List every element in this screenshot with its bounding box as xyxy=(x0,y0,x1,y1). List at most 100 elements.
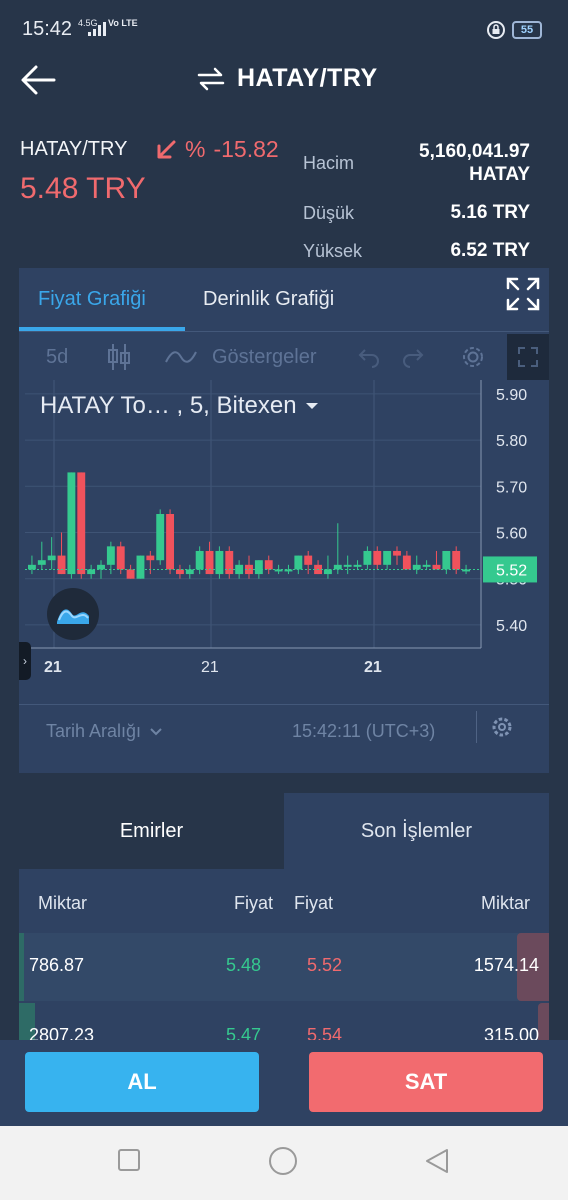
battery-indicator: 55 xyxy=(512,21,542,39)
candle-body xyxy=(373,550,382,565)
back-nav-icon[interactable] xyxy=(424,1147,450,1175)
volume-value: 5,160,041.97 xyxy=(419,141,530,162)
candle-body xyxy=(442,550,451,570)
candle-body xyxy=(195,550,204,570)
tab-recent-trades[interactable]: Son İşlemler xyxy=(284,793,549,869)
chart-toolbar: 5d Göstergeler xyxy=(19,334,549,380)
candle-body xyxy=(294,555,303,570)
order-book: Miktar Fiyat Fiyat Miktar 786.87 5.48 5.… xyxy=(19,869,549,1071)
candle-body xyxy=(106,546,115,565)
candle-body xyxy=(323,569,332,575)
volte-indicator: Vo LTE xyxy=(108,18,138,28)
recents-icon[interactable] xyxy=(117,1148,141,1172)
date-range-button[interactable]: Tarih Aralığı xyxy=(46,721,163,742)
tab-orders[interactable]: Emirler xyxy=(19,793,284,869)
candle-body xyxy=(126,569,135,579)
candle-body xyxy=(77,472,86,575)
candle-body xyxy=(353,564,362,567)
chart-tabs: Fiyat Grafiği Derinlik Grafiği xyxy=(19,268,549,332)
active-tab-indicator xyxy=(19,327,185,331)
high-value: 6.52 TRY xyxy=(450,240,530,261)
order-row[interactable]: 786.87 5.48 5.52 1574.14 xyxy=(19,933,549,1001)
volume-unit: HATAY xyxy=(469,164,530,185)
symbol-title: HATAY To… , 5, Bitexen xyxy=(40,392,297,419)
candle-body xyxy=(166,514,175,570)
arrow-down-left-icon xyxy=(157,140,176,158)
undo-icon[interactable] xyxy=(357,346,381,368)
header-bid-price: Fiyat xyxy=(234,893,274,913)
expand-icon[interactable] xyxy=(517,346,539,368)
tab-depth-chart[interactable]: Derinlik Grafiği xyxy=(203,288,334,311)
volume-label: Hacim xyxy=(303,153,355,173)
last-price: 5.48 TRY xyxy=(20,172,146,205)
price-change: % -15.82 xyxy=(155,136,279,163)
date-range-label: Tarih Aralığı xyxy=(46,721,142,741)
candle-body xyxy=(363,550,372,565)
action-bar: AL SAT xyxy=(0,1040,568,1126)
chevron-down-icon xyxy=(150,727,162,735)
toolbar-fullscreen-area xyxy=(507,334,549,380)
home-icon[interactable] xyxy=(268,1146,298,1176)
candle-body xyxy=(402,555,411,570)
bid-amount: 786.87 xyxy=(29,955,85,975)
change-prefix: % xyxy=(185,136,206,162)
candle-body xyxy=(422,564,431,567)
candle-body xyxy=(432,564,441,570)
tab-price-chart[interactable]: Fiyat Grafiği xyxy=(38,288,146,311)
x-tick-label: 21 xyxy=(44,659,62,676)
status-bar: 15:42 4.5G Vo LTE 55 xyxy=(0,0,568,60)
caret-down-icon xyxy=(305,403,318,409)
signal-icon xyxy=(88,22,106,36)
candle-body xyxy=(383,550,392,565)
indicators-icon[interactable] xyxy=(165,348,197,366)
candle-body xyxy=(136,555,145,579)
candle-body xyxy=(156,514,165,561)
change-value: -15.82 xyxy=(213,136,279,162)
pair-name: HATAY/TRY xyxy=(20,138,128,160)
bid-price: 5.48 xyxy=(225,955,261,975)
app-bar: HATAY/TRY xyxy=(0,56,568,106)
status-time: 15:42 xyxy=(22,18,73,40)
candle-body xyxy=(116,546,125,570)
sell-button[interactable]: SAT xyxy=(309,1052,543,1112)
pair-switcher[interactable]: HATAY/TRY xyxy=(195,64,378,93)
buy-button[interactable]: AL xyxy=(25,1052,259,1112)
ask-price: 5.52 xyxy=(307,955,343,975)
candlestick-chart[interactable]: 5.905.805.705.605.505.405.52212121 xyxy=(19,380,549,700)
x-tick-label: 21 xyxy=(201,659,219,676)
candle-body xyxy=(175,569,184,575)
low-value: 5.16 TRY xyxy=(450,202,530,223)
interval-selector[interactable]: 5d xyxy=(46,346,68,369)
candle-body xyxy=(185,569,194,575)
chart-clock[interactable]: 15:42:11 (UTC+3) xyxy=(292,721,435,742)
y-tick-label: 5.60 xyxy=(496,525,527,542)
chart-footer: Tarih Aralığı 15:42:11 (UTC+3) xyxy=(19,704,549,752)
header-ask-price: Fiyat xyxy=(294,893,334,913)
candle-body xyxy=(333,564,342,570)
bid-depth-bar xyxy=(19,933,25,1001)
wave-logo-icon xyxy=(57,609,89,624)
footer-divider xyxy=(476,711,477,743)
swap-icon xyxy=(197,67,225,90)
candle-body xyxy=(393,550,401,556)
back-arrow-icon[interactable] xyxy=(18,62,58,98)
candles-icon[interactable] xyxy=(107,342,131,372)
candle-body xyxy=(304,555,313,565)
low-label: Düşük xyxy=(303,203,355,223)
chart-settings-icon[interactable] xyxy=(489,714,515,740)
candle-body xyxy=(254,560,263,575)
indicators-button[interactable]: Göstergeler xyxy=(212,346,317,369)
x-tick-label: 21 xyxy=(364,659,382,676)
fullscreen-icon[interactable] xyxy=(505,276,541,312)
settings-gear-icon[interactable] xyxy=(457,341,489,373)
candle-body xyxy=(264,560,273,570)
candle-body xyxy=(452,550,461,570)
tradingview-logo-button[interactable] xyxy=(47,588,99,640)
side-panel-handle[interactable]: › xyxy=(19,642,31,680)
redo-icon[interactable] xyxy=(401,346,425,368)
y-tick-label: 5.40 xyxy=(496,618,527,635)
last-price-label: 5.52 xyxy=(496,562,527,579)
chart-legend[interactable]: HATAY To… , 5, Bitexen xyxy=(40,392,319,420)
candle-body xyxy=(205,550,214,575)
candle-body xyxy=(412,564,421,570)
